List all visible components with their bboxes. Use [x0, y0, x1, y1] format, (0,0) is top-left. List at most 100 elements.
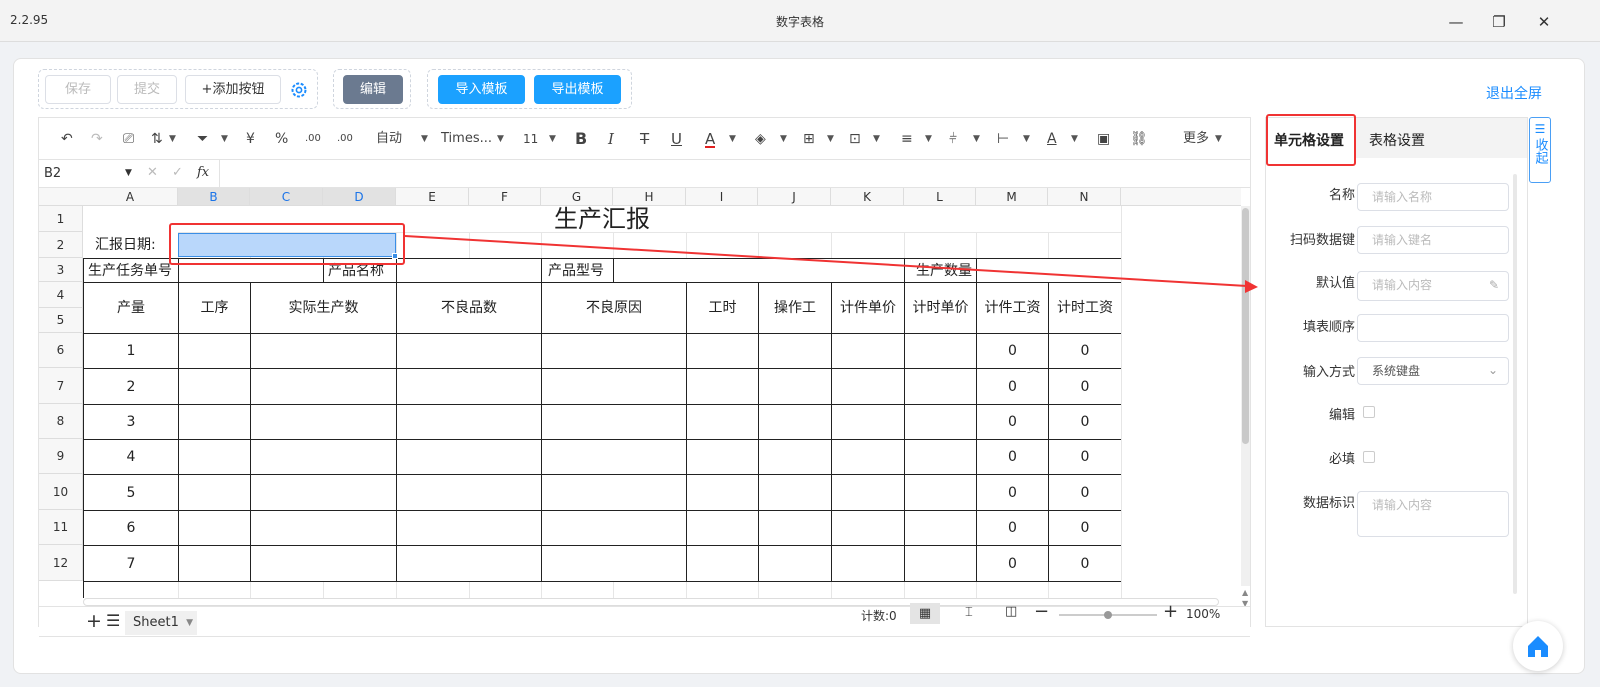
table-data-cell[interactable]: [759, 369, 832, 405]
table-data-cell[interactable]: [905, 475, 977, 511]
table-data-cell[interactable]: [832, 369, 905, 405]
minimize-icon[interactable]: —: [1444, 10, 1468, 34]
table-data-cell[interactable]: [905, 405, 977, 440]
close-icon[interactable]: ✕: [1532, 10, 1556, 34]
required-checkbox[interactable]: [1363, 451, 1375, 463]
table-header-cell[interactable]: 产量: [84, 283, 179, 334]
font-family-caret-icon[interactable]: ▼: [497, 130, 504, 148]
text-rotate-icon[interactable]: A: [1047, 130, 1057, 148]
table-data-cell[interactable]: [832, 405, 905, 440]
time-wage-cell[interactable]: 0: [1049, 440, 1121, 475]
column-header-a[interactable]: A: [83, 188, 178, 206]
time-wage-cell[interactable]: 0: [1049, 405, 1121, 440]
currency-button[interactable]: ¥: [246, 130, 255, 148]
zoom-slider[interactable]: [1059, 611, 1157, 619]
task-no-label[interactable]: 生产任务单号: [84, 259, 179, 283]
submit-button[interactable]: 提交: [117, 75, 177, 104]
time-wage-cell[interactable]: 0: [1049, 334, 1121, 369]
time-wage-cell[interactable]: 0: [1049, 511, 1121, 546]
border-caret-icon[interactable]: ▼: [827, 130, 834, 148]
table-data-cell[interactable]: [397, 369, 542, 405]
cell-reference-box[interactable]: B2: [44, 166, 134, 181]
piece-wage-cell[interactable]: 0: [977, 546, 1049, 582]
vertical-scrollbar[interactable]: [1241, 206, 1250, 586]
column-header-c[interactable]: C: [250, 188, 323, 206]
table-data-cell[interactable]: [542, 405, 687, 440]
formula-cancel-icon[interactable]: ✕: [147, 165, 158, 180]
formula-input[interactable]: [219, 160, 1250, 187]
filter-icon[interactable]: ⏷: [197, 130, 208, 148]
row-number-cell[interactable]: 3: [84, 405, 179, 440]
column-header-g[interactable]: G: [541, 188, 613, 206]
scan-key-input[interactable]: 请输入键名: [1357, 226, 1509, 254]
percent-button[interactable]: %: [275, 130, 288, 148]
column-header-f[interactable]: F: [469, 188, 541, 206]
table-data-cell[interactable]: [397, 546, 542, 582]
row-number-cell[interactable]: 6: [84, 511, 179, 546]
piece-wage-cell[interactable]: 0: [977, 334, 1049, 369]
report-date-label[interactable]: 汇报日期:: [83, 232, 178, 258]
table-data-cell[interactable]: [905, 369, 977, 405]
tab-sheet1[interactable]: Sheet1 ▼: [125, 611, 197, 635]
product-model-value[interactable]: [614, 259, 905, 283]
table-data-cell[interactable]: [251, 475, 397, 511]
table-data-cell[interactable]: [687, 334, 759, 369]
time-wage-cell[interactable]: 0: [1049, 369, 1121, 405]
formula-confirm-icon[interactable]: ✓: [172, 165, 183, 180]
sort-dropdown-icon[interactable]: ▼: [169, 130, 176, 148]
align-left-icon[interactable]: ≡: [901, 130, 913, 148]
name-input[interactable]: 请输入名称: [1357, 183, 1509, 211]
table-data-cell[interactable]: [759, 511, 832, 546]
table-data-cell[interactable]: [251, 440, 397, 475]
merge-caret-icon[interactable]: ▼: [873, 130, 880, 148]
table-data-cell[interactable]: [542, 440, 687, 475]
table-header-cell[interactable]: 计时工资: [1049, 283, 1121, 334]
table-data-cell[interactable]: [397, 440, 542, 475]
add-sheet-icon[interactable]: +: [86, 610, 102, 632]
table-data-cell[interactable]: [759, 405, 832, 440]
product-model-label[interactable]: 产品型号: [542, 259, 614, 283]
row-header-12[interactable]: 12: [39, 545, 83, 581]
format-painter-icon[interactable]: ⎚: [123, 130, 134, 148]
exit-fullscreen-link[interactable]: 退出全屏: [1486, 83, 1542, 103]
edit-button[interactable]: 编辑: [343, 75, 403, 104]
font-size-select[interactable]: 11: [523, 130, 538, 148]
export-template-button[interactable]: 导出模板: [534, 75, 621, 104]
row-header-3[interactable]: 3: [39, 258, 83, 282]
column-header-d[interactable]: D: [323, 188, 396, 206]
table-data-cell[interactable]: [687, 475, 759, 511]
zoom-out-icon[interactable]: −: [1034, 601, 1049, 622]
table-data-cell[interactable]: [542, 475, 687, 511]
collapse-panel-button[interactable]: ☰ 收起: [1529, 117, 1551, 183]
row-number-cell[interactable]: 4: [84, 440, 179, 475]
table-data-cell[interactable]: [397, 511, 542, 546]
production-qty-label[interactable]: 生产数量: [905, 259, 977, 283]
normal-view-icon[interactable]: ▦: [910, 603, 940, 624]
table-header-cell[interactable]: 实际生产数: [251, 283, 397, 334]
product-name-value[interactable]: [397, 259, 542, 283]
zoom-in-icon[interactable]: +: [1163, 601, 1178, 622]
table-data-cell[interactable]: [905, 334, 977, 369]
production-qty-value[interactable]: [977, 259, 1121, 283]
table-data-cell[interactable]: [251, 405, 397, 440]
column-header-l[interactable]: L: [904, 188, 976, 206]
table-data-cell[interactable]: [832, 475, 905, 511]
table-data-cell[interactable]: [251, 369, 397, 405]
table-data-cell[interactable]: [832, 334, 905, 369]
row-header-2[interactable]: 2: [39, 232, 83, 258]
table-data-cell[interactable]: [687, 546, 759, 582]
fill-color-icon[interactable]: ◈: [755, 130, 766, 148]
table-header-cell[interactable]: 工时: [687, 283, 759, 334]
row-header-10[interactable]: 10: [39, 474, 83, 510]
text-wrap-icon[interactable]: ⊢: [997, 130, 1009, 148]
table-data-cell[interactable]: [397, 475, 542, 511]
filter-dropdown-icon[interactable]: ▼: [221, 130, 228, 148]
column-header-h[interactable]: H: [613, 188, 686, 206]
vertical-align-caret-icon[interactable]: ▼: [973, 130, 980, 148]
table-data-cell[interactable]: [687, 405, 759, 440]
row-header-6[interactable]: 6: [39, 333, 83, 368]
table-data-cell[interactable]: [179, 334, 251, 369]
table-data-cell[interactable]: [905, 511, 977, 546]
table-data-cell[interactable]: [687, 440, 759, 475]
table-data-cell[interactable]: [905, 440, 977, 475]
